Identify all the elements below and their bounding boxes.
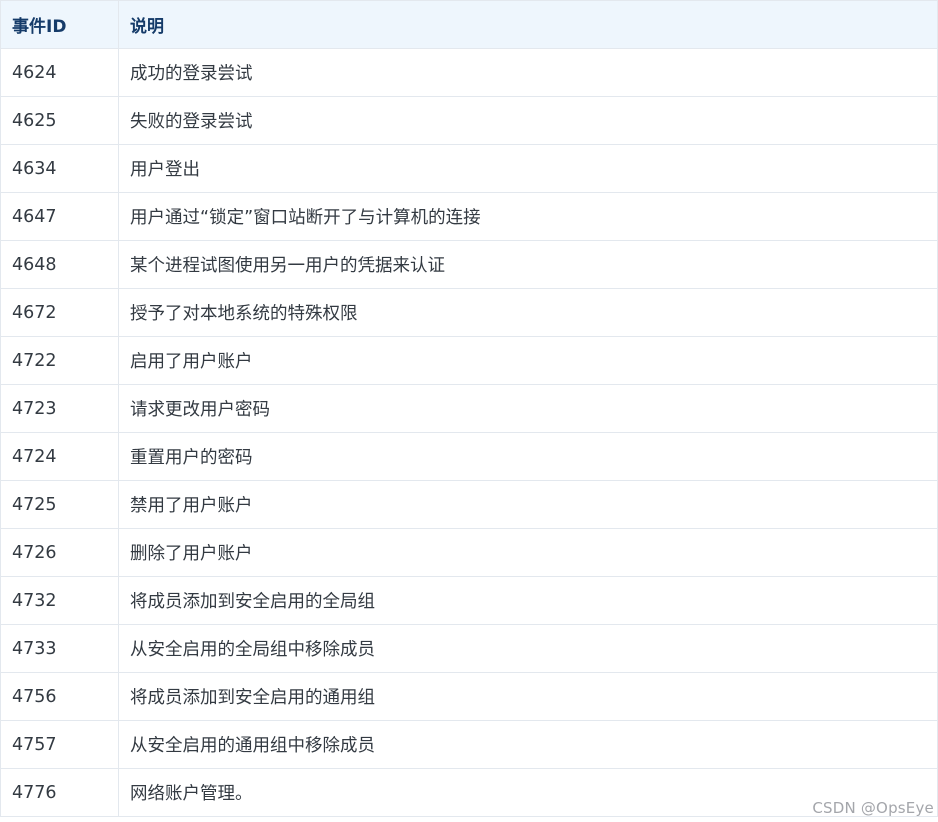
table-row: 4732 将成员添加到安全启用的全局组 bbox=[0, 576, 938, 625]
description-cell: 从安全启用的通用组中移除成员 bbox=[118, 720, 938, 769]
table-body: 4624 成功的登录尝试 4625 失败的登录尝试 4634 用户登出 4647… bbox=[0, 48, 938, 817]
event-id-cell: 4672 bbox=[0, 288, 119, 337]
table-row: 4624 成功的登录尝试 bbox=[0, 48, 938, 97]
table-header: 事件ID 说明 bbox=[0, 0, 938, 49]
table-row: 4776 网络账户管理。 bbox=[0, 768, 938, 817]
description-cell: 失败的登录尝试 bbox=[118, 96, 938, 145]
description-cell: 用户通过“锁定”窗口站断开了与计算机的连接 bbox=[118, 192, 938, 241]
event-id-cell: 4624 bbox=[0, 48, 119, 97]
table-row: 4672 授予了对本地系统的特殊权限 bbox=[0, 288, 938, 337]
description-cell: 成功的登录尝试 bbox=[118, 48, 938, 97]
description-cell: 禁用了用户账户 bbox=[118, 480, 938, 529]
description-cell: 重置用户的密码 bbox=[118, 432, 938, 481]
table-row: 4756 将成员添加到安全启用的通用组 bbox=[0, 672, 938, 721]
table-row: 4733 从安全启用的全局组中移除成员 bbox=[0, 624, 938, 673]
description-cell: 某个进程试图使用另一用户的凭据来认证 bbox=[118, 240, 938, 289]
table-row: 4723 请求更改用户密码 bbox=[0, 384, 938, 433]
event-id-cell: 4732 bbox=[0, 576, 119, 625]
description-cell: 请求更改用户密码 bbox=[118, 384, 938, 433]
description-cell: 启用了用户账户 bbox=[118, 336, 938, 385]
event-id-cell: 4726 bbox=[0, 528, 119, 577]
table-row: 4725 禁用了用户账户 bbox=[0, 480, 938, 529]
description-cell: 删除了用户账户 bbox=[118, 528, 938, 577]
event-id-cell: 4647 bbox=[0, 192, 119, 241]
description-cell: 用户登出 bbox=[118, 144, 938, 193]
event-id-cell: 4733 bbox=[0, 624, 119, 673]
table-row: 4757 从安全启用的通用组中移除成员 bbox=[0, 720, 938, 769]
description-cell: 将成员添加到安全启用的全局组 bbox=[118, 576, 938, 625]
description-cell: 授予了对本地系统的特殊权限 bbox=[118, 288, 938, 337]
event-id-cell: 4724 bbox=[0, 432, 119, 481]
table-row: 4648 某个进程试图使用另一用户的凭据来认证 bbox=[0, 240, 938, 289]
table-row: 4724 重置用户的密码 bbox=[0, 432, 938, 481]
event-id-cell: 4648 bbox=[0, 240, 119, 289]
event-id-cell: 4757 bbox=[0, 720, 119, 769]
header-row: 事件ID 说明 bbox=[0, 0, 938, 49]
table-row: 4647 用户通过“锁定”窗口站断开了与计算机的连接 bbox=[0, 192, 938, 241]
header-event-id: 事件ID bbox=[0, 0, 119, 49]
event-id-cell: 4634 bbox=[0, 144, 119, 193]
event-id-cell: 4725 bbox=[0, 480, 119, 529]
event-id-cell: 4625 bbox=[0, 96, 119, 145]
event-id-table: 事件ID 说明 4624 成功的登录尝试 4625 失败的登录尝试 4634 用… bbox=[0, 0, 938, 817]
description-cell: 将成员添加到安全启用的通用组 bbox=[118, 672, 938, 721]
description-cell: 从安全启用的全局组中移除成员 bbox=[118, 624, 938, 673]
event-id-cell: 4723 bbox=[0, 384, 119, 433]
table-row: 4726 删除了用户账户 bbox=[0, 528, 938, 577]
event-id-cell: 4776 bbox=[0, 768, 119, 817]
event-id-cell: 4756 bbox=[0, 672, 119, 721]
event-id-cell: 4722 bbox=[0, 336, 119, 385]
watermark: CSDN @OpsEye bbox=[812, 799, 934, 817]
table-row: 4634 用户登出 bbox=[0, 144, 938, 193]
table-row: 4722 启用了用户账户 bbox=[0, 336, 938, 385]
table-row: 4625 失败的登录尝试 bbox=[0, 96, 938, 145]
header-description: 说明 bbox=[118, 0, 938, 49]
